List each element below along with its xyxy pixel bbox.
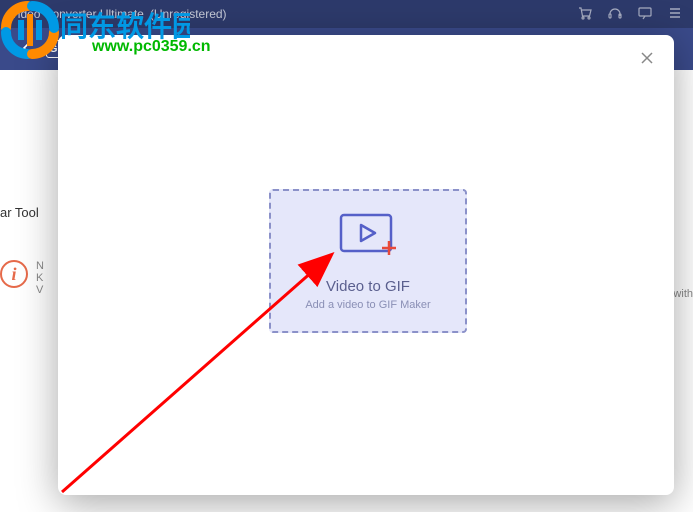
dropzone-subtitle: Add a video to GIF Maker <box>305 299 430 311</box>
video-to-gif-dropzone[interactable]: Video to GIF Add a video to GIF Maker <box>269 189 467 333</box>
menu-icon[interactable] <box>667 5 683 24</box>
titlebar: Video Converter Ultimate (Unregistered) <box>0 0 693 28</box>
info-line-3: V <box>36 284 44 296</box>
info-line-1: N <box>36 260 44 272</box>
cart-icon[interactable] <box>577 5 593 24</box>
sidebar-fragment-text: ar Tool <box>0 205 39 220</box>
app-status: (Unregistered) <box>150 7 227 21</box>
titlebar-actions <box>577 5 683 24</box>
back-icon[interactable] <box>18 39 36 60</box>
video-play-add-icon <box>335 211 401 264</box>
dropzone-title: Video to GIF <box>326 278 410 295</box>
app-name: Video Converter Ultimate <box>10 7 144 21</box>
feedback-icon[interactable] <box>637 5 653 24</box>
gif-maker-modal: Video to GIF Add a video to GIF Maker <box>58 35 674 495</box>
info-lines: N K V <box>36 260 44 296</box>
close-icon[interactable] <box>638 49 656 72</box>
info-icon: i <box>0 260 28 288</box>
headset-icon[interactable] <box>607 5 623 24</box>
info-fragment: i N K V <box>0 260 44 296</box>
titlebar-title: Video Converter Ultimate (Unregistered) <box>10 7 227 21</box>
info-line-2: K <box>36 272 44 284</box>
